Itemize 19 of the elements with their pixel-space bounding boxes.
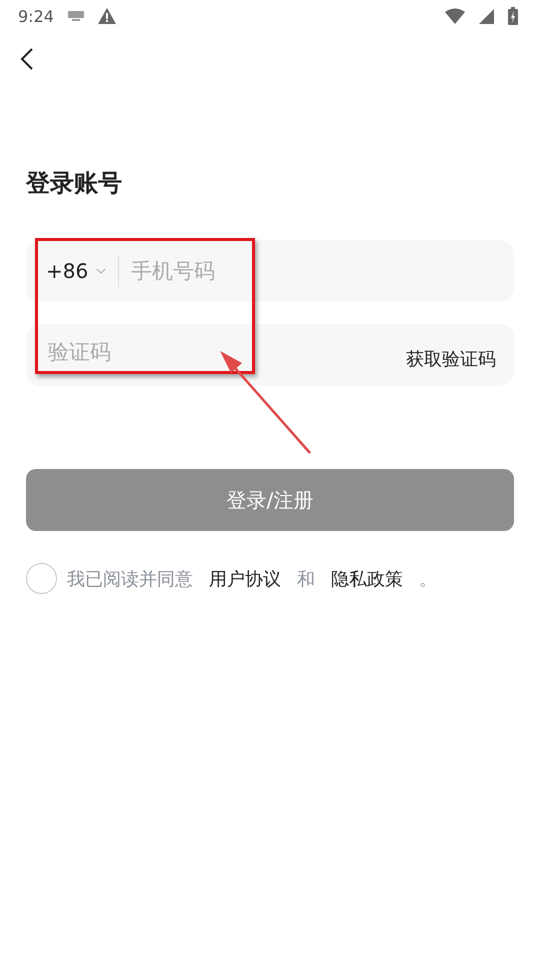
back-icon[interactable] [20,48,34,70]
battery-icon [508,7,518,25]
agreement-text: 和 [297,568,315,590]
warning-icon [98,8,116,24]
get-code-button[interactable]: 获取验证码 [406,347,496,371]
agree-checkbox[interactable] [26,563,57,594]
keyboard-icon [68,11,84,21]
chevron-down-icon [96,268,106,274]
agreement-text: 我已阅读并同意 [67,568,193,590]
signal-icon [479,8,494,24]
wifi-icon [445,8,465,24]
phone-field[interactable]: +86 手机号码 [26,240,514,302]
agreement-link[interactable]: 隐私政策 [331,566,403,590]
code-field[interactable]: 验证码 获取验证码 [26,324,514,386]
agreement-text: 。 [419,568,437,590]
page-title: 登录账号 [26,168,123,199]
status-time: 9:24 [18,6,54,26]
country-code-selector[interactable]: +86 [46,259,106,283]
agreement-link[interactable]: 用户协议 [209,566,281,590]
